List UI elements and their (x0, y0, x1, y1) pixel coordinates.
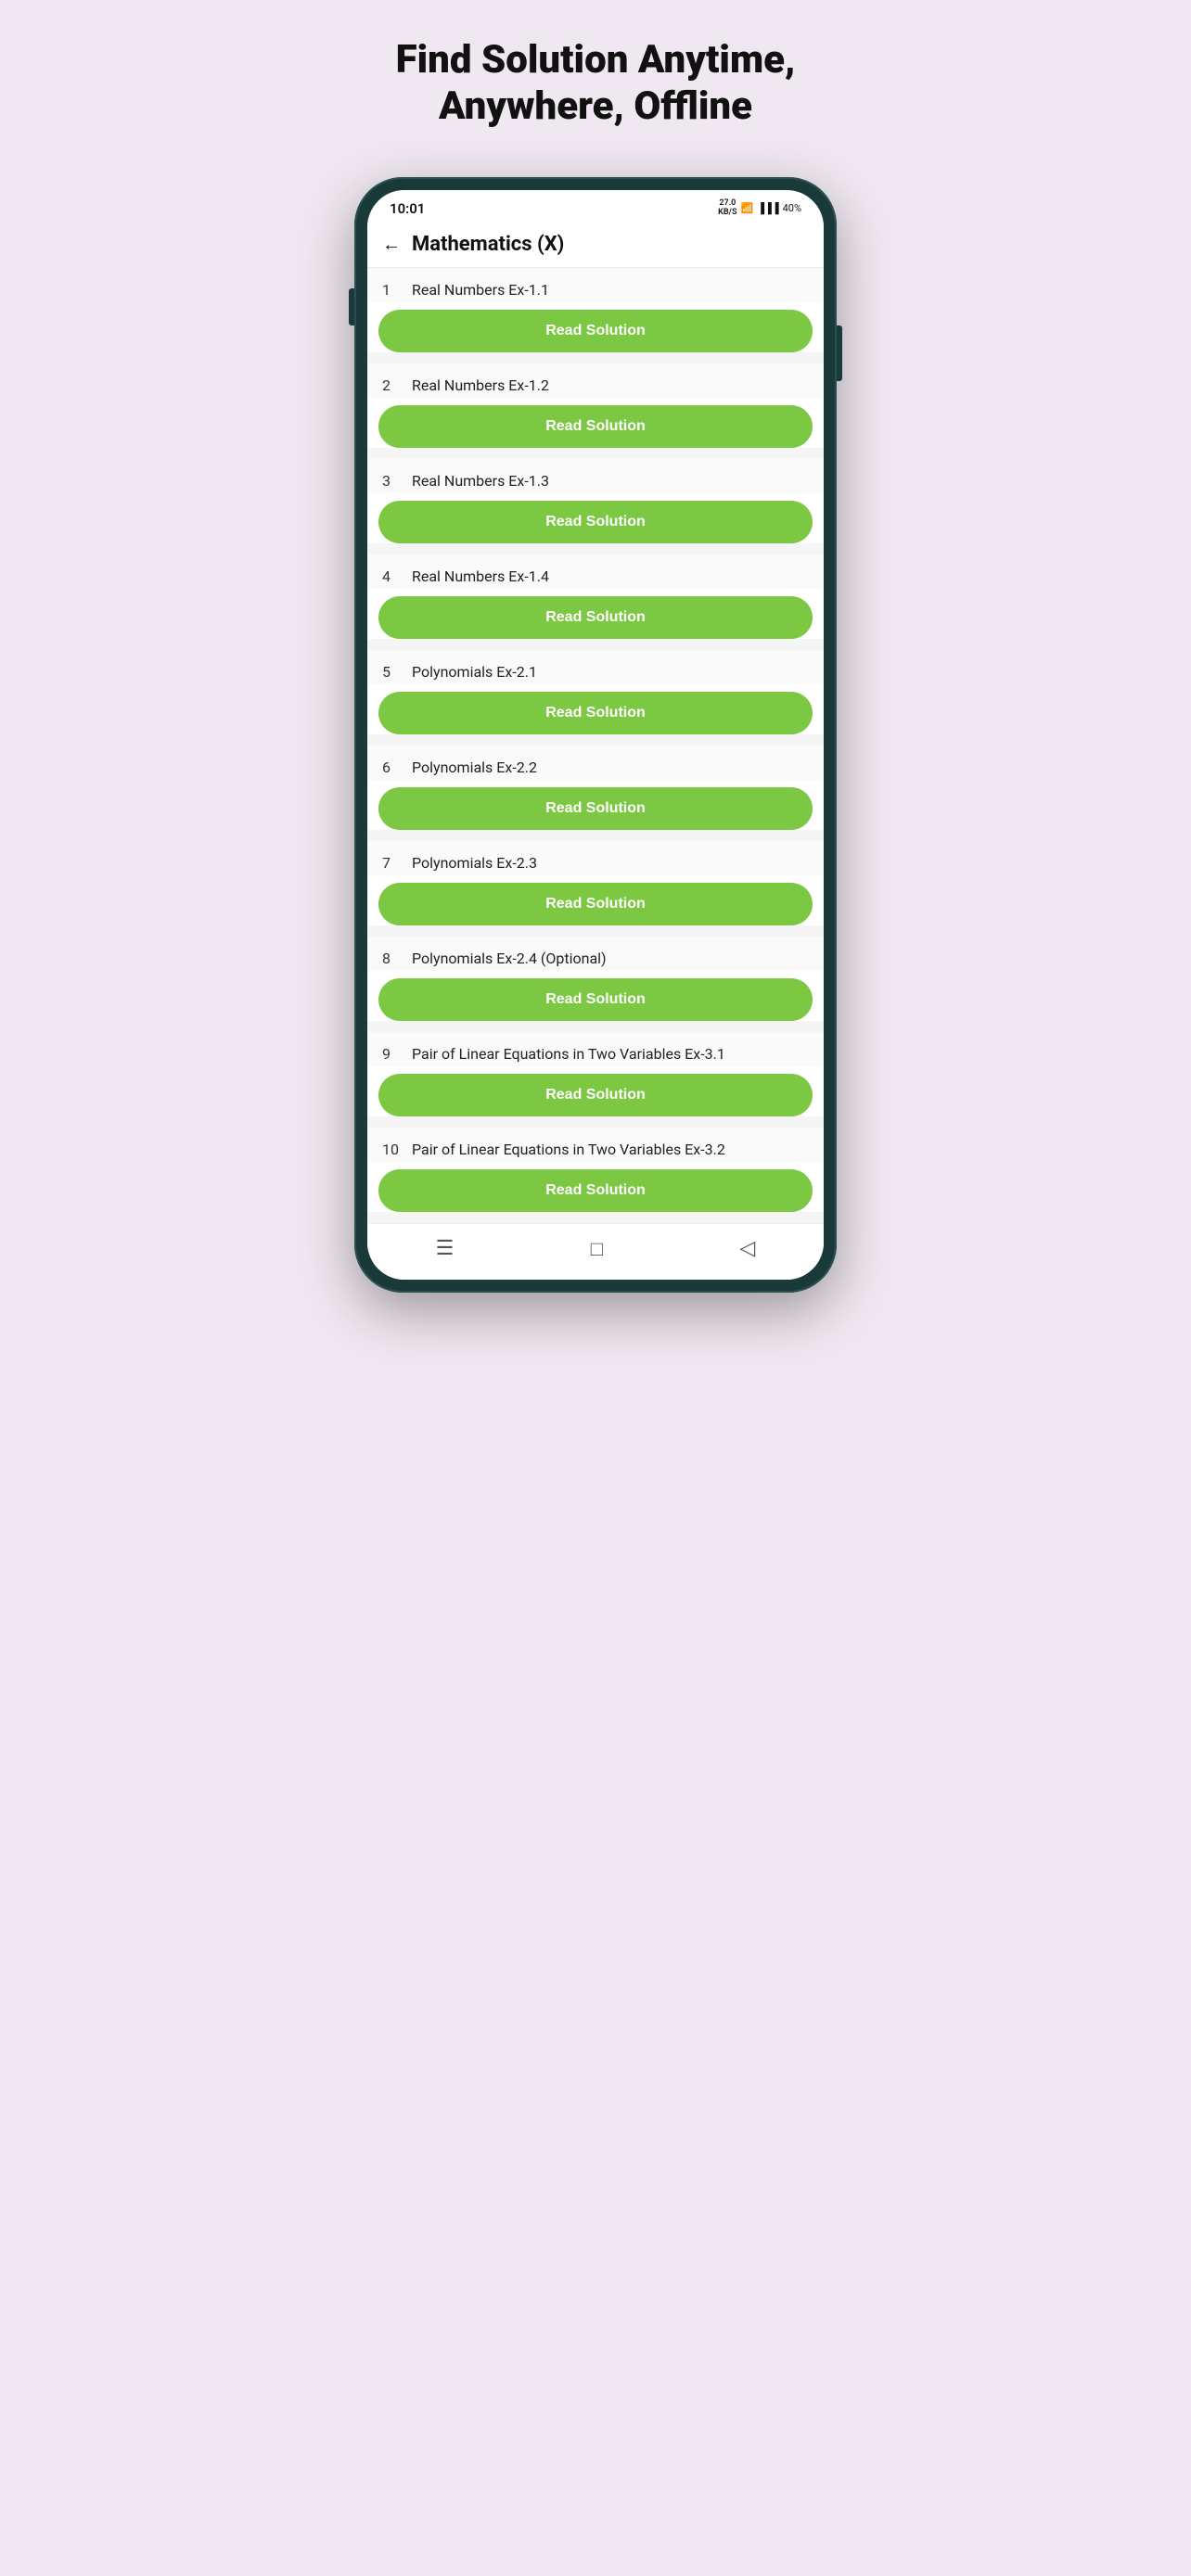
read-solution-button[interactable]: Read Solution (378, 405, 813, 448)
item-title: Real Numbers Ex-1.3 (412, 472, 549, 490)
signal-icon: ▐▐▐ (757, 202, 778, 214)
read-solution-button[interactable]: Read Solution (378, 1074, 813, 1116)
item-title: Polynomials Ex-2.1 (412, 663, 537, 681)
item-number: 6 (382, 759, 401, 776)
item-number: 4 (382, 567, 401, 585)
wifi-icon: 📶 (740, 202, 753, 214)
item-title: Polynomials Ex-2.4 (Optional) (412, 950, 607, 967)
list-item: 7 Polynomials Ex-2.3 Read Solution (367, 841, 824, 925)
list-item: 1 Real Numbers Ex-1.1 Read Solution (367, 268, 824, 352)
item-number: 5 (382, 663, 401, 681)
list-item-header: 1 Real Numbers Ex-1.1 (367, 268, 824, 302)
list-item-header: 6 Polynomials Ex-2.2 (367, 746, 824, 780)
read-solution-button[interactable]: Read Solution (378, 978, 813, 1021)
item-title: Pair of Linear Equations in Two Variable… (412, 1141, 725, 1158)
item-number: 10 (382, 1141, 401, 1158)
list-item: 9 Pair of Linear Equations in Two Variabl… (367, 1032, 824, 1116)
menu-icon[interactable]: ☰ (436, 1237, 455, 1260)
item-title: Polynomials Ex-2.2 (412, 759, 537, 776)
back-button[interactable]: ← (382, 233, 401, 256)
item-number: 7 (382, 854, 401, 872)
list-item-header: 10 Pair of Linear Equations in Two Variab… (367, 1128, 824, 1162)
status-time: 10:01 (390, 200, 425, 217)
list-item: 10 Pair of Linear Equations in Two Variab… (367, 1128, 824, 1212)
item-title: Real Numbers Ex-1.2 (412, 376, 549, 394)
read-solution-button[interactable]: Read Solution (378, 596, 813, 639)
list-item-header: 8 Polynomials Ex-2.4 (Optional) (367, 937, 824, 971)
list-item: 4 Real Numbers Ex-1.4 Read Solution (367, 555, 824, 639)
bottom-nav: ☰ □ ◁ (367, 1223, 824, 1280)
item-number: 3 (382, 472, 401, 490)
item-title: Real Numbers Ex-1.1 (412, 281, 549, 299)
list-item-header: 2 Real Numbers Ex-1.2 (367, 363, 824, 398)
item-number: 8 (382, 950, 401, 967)
item-number: 1 (382, 281, 401, 299)
list-item: 8 Polynomials Ex-2.4 (Optional) Read Solut… (367, 937, 824, 1021)
read-solution-button[interactable]: Read Solution (378, 692, 813, 734)
phone-screen: 10:01 27.0 KB/S 📶 ▐▐▐ 40% ← Mathematics … (367, 190, 824, 1280)
list-item-header: 9 Pair of Linear Equations in Two Variabl… (367, 1032, 824, 1066)
read-solution-button[interactable]: Read Solution (378, 1169, 813, 1212)
back-nav-icon[interactable]: ◁ (739, 1237, 755, 1260)
read-solution-button[interactable]: Read Solution (378, 787, 813, 830)
data-speed: 27.0 KB/S (718, 199, 736, 218)
phone-mockup: 10:01 27.0 KB/S 📶 ▐▐▐ 40% ← Mathematics … (354, 177, 837, 1293)
list-item-header: 5 Polynomials Ex-2.1 (367, 650, 824, 684)
read-solution-button[interactable]: Read Solution (378, 310, 813, 352)
list-item: 3 Real Numbers Ex-1.3 Read Solution (367, 459, 824, 543)
content-list: 1 Real Numbers Ex-1.1 Read Solution 2 Real N… (367, 268, 824, 1223)
item-title: Pair of Linear Equations in Two Variable… (412, 1045, 725, 1063)
list-item-header: 4 Real Numbers Ex-1.4 (367, 555, 824, 589)
page-headline: Find Solution Anytime, Anywhere, Offline (396, 37, 796, 131)
read-solution-button[interactable]: Read Solution (378, 883, 813, 925)
item-number: 2 (382, 376, 401, 394)
status-icons: 27.0 KB/S 📶 ▐▐▐ 40% (718, 199, 801, 218)
app-header-title: Mathematics (X) (412, 233, 564, 256)
list-item: 2 Real Numbers Ex-1.2 Read Solution (367, 363, 824, 448)
list-item-header: 7 Polynomials Ex-2.3 (367, 841, 824, 875)
item-title: Polynomials Ex-2.3 (412, 854, 537, 872)
home-icon[interactable]: □ (591, 1237, 603, 1261)
app-header: ← Mathematics (X) (367, 223, 824, 268)
status-bar: 10:01 27.0 KB/S 📶 ▐▐▐ 40% (367, 190, 824, 223)
list-item-header: 3 Real Numbers Ex-1.3 (367, 459, 824, 493)
item-number: 9 (382, 1045, 401, 1063)
list-item: 6 Polynomials Ex-2.2 Read Solution (367, 746, 824, 830)
read-solution-button[interactable]: Read Solution (378, 501, 813, 543)
battery-indicator: 40% (783, 202, 801, 214)
item-title: Real Numbers Ex-1.4 (412, 567, 549, 585)
list-item: 5 Polynomials Ex-2.1 Read Solution (367, 650, 824, 734)
